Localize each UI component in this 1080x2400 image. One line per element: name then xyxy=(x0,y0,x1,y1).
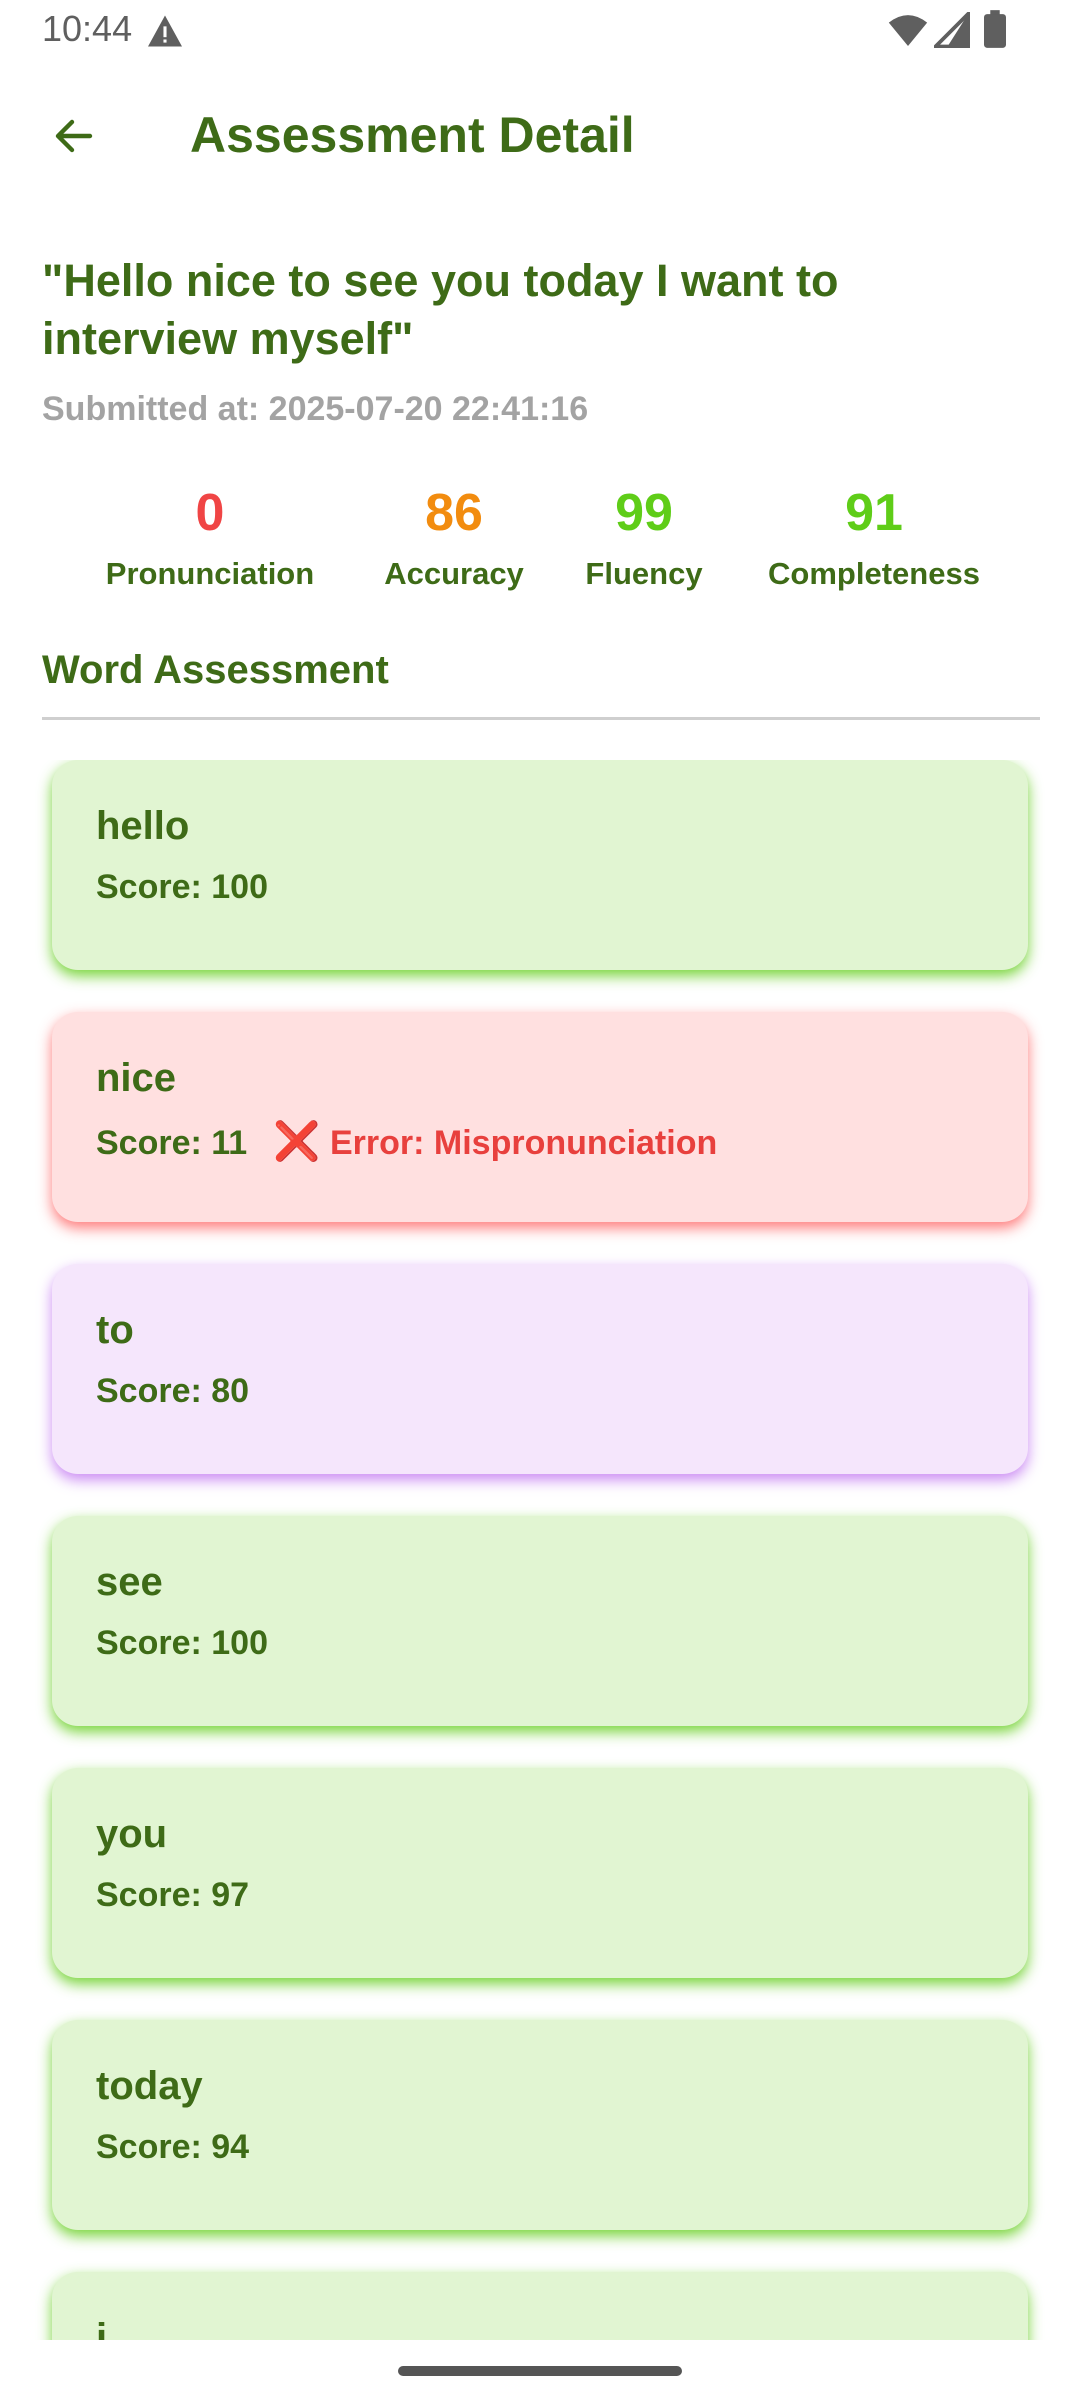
score-completeness: 91 Completeness xyxy=(752,478,996,592)
word-card[interactable]: nice Score: 11 ❌ Error: Mispronunciation xyxy=(52,1012,1028,1222)
back-button[interactable] xyxy=(38,100,110,172)
score-value: 99 xyxy=(615,484,673,542)
word-score-value: Score: 100 xyxy=(96,868,268,906)
page-title: Assessment Detail xyxy=(190,107,635,163)
word-text: see xyxy=(96,1560,163,1604)
warning-icon xyxy=(148,15,182,47)
signal-icon xyxy=(934,12,970,48)
word-score: Score: 100 xyxy=(96,1624,268,1663)
word-card[interactable]: today Score: 94 xyxy=(52,2020,1028,2230)
score-label: Accuracy xyxy=(384,556,524,591)
divider xyxy=(42,717,1040,720)
score-accuracy: 86 Accuracy xyxy=(370,478,538,592)
word-card[interactable]: see Score: 100 xyxy=(52,1516,1028,1726)
status-bar: 10:44 xyxy=(0,0,1080,64)
word-score: Score: 11 ❌ Error: Mispronunciation xyxy=(96,1120,717,1164)
word-error: ❌ Error: Mispronunciation xyxy=(273,1121,718,1163)
score-value: 86 xyxy=(425,484,483,542)
word-score-value: Score: 97 xyxy=(96,1876,250,1914)
word-score-value: Score: 100 xyxy=(96,1624,268,1662)
status-time: 10:44 xyxy=(42,8,133,49)
word-text: nice xyxy=(96,1056,177,1100)
word-card[interactable]: hello Score: 100 xyxy=(52,760,1028,970)
assessed-sentence: "Hello nice to see you today I want to i… xyxy=(42,255,839,364)
score-label: Completeness xyxy=(768,556,980,591)
word-score: Score: 80 xyxy=(96,1372,249,1411)
score-label: Fluency xyxy=(585,556,703,591)
screen: 10:44 Assessment Detail "Hello nice to s… xyxy=(0,0,1080,2400)
error-text: Error: Mispronunciation xyxy=(330,1124,718,1162)
word-text: today xyxy=(96,2064,203,2108)
section-title: Word Assessment xyxy=(42,648,389,692)
wifi-icon xyxy=(888,15,928,46)
score-value: 0 xyxy=(195,484,225,542)
word-score-value: Score: 94 xyxy=(96,2128,250,2166)
score-value: 91 xyxy=(845,484,903,542)
word-text: hello xyxy=(96,804,190,848)
word-card[interactable]: i xyxy=(52,2272,1028,2340)
word-card[interactable]: you Score: 97 xyxy=(52,1768,1028,1978)
word-list[interactable]: hello Score: 100 nice Score: 11 ❌ Error: … xyxy=(0,760,1080,2340)
word-text: you xyxy=(96,1812,168,1856)
arrow-back-icon xyxy=(55,119,93,153)
word-score-value: Score: 80 xyxy=(96,1372,250,1410)
home-indicator[interactable] xyxy=(398,2366,682,2376)
word-score: Score: 94 xyxy=(96,2128,249,2167)
word-score: Score: 97 xyxy=(96,1876,249,1915)
word-score-value: Score: 11 xyxy=(96,1124,248,1162)
error-x-icon: ❌ xyxy=(273,1121,321,1163)
score-label: Pronunciation xyxy=(105,556,315,591)
score-pronunciation: 0 Pronunciation xyxy=(88,478,332,592)
battery-icon xyxy=(984,10,1006,48)
submitted-timestamp: Submitted at: 2025-07-20 22:41:16 xyxy=(42,390,589,428)
word-card[interactable]: to Score: 80 xyxy=(52,1264,1028,1474)
word-score: Score: 100 xyxy=(96,868,268,907)
word-text: i xyxy=(96,2316,108,2340)
score-fluency: 99 Fluency xyxy=(572,478,716,592)
word-text: to xyxy=(96,1308,134,1352)
